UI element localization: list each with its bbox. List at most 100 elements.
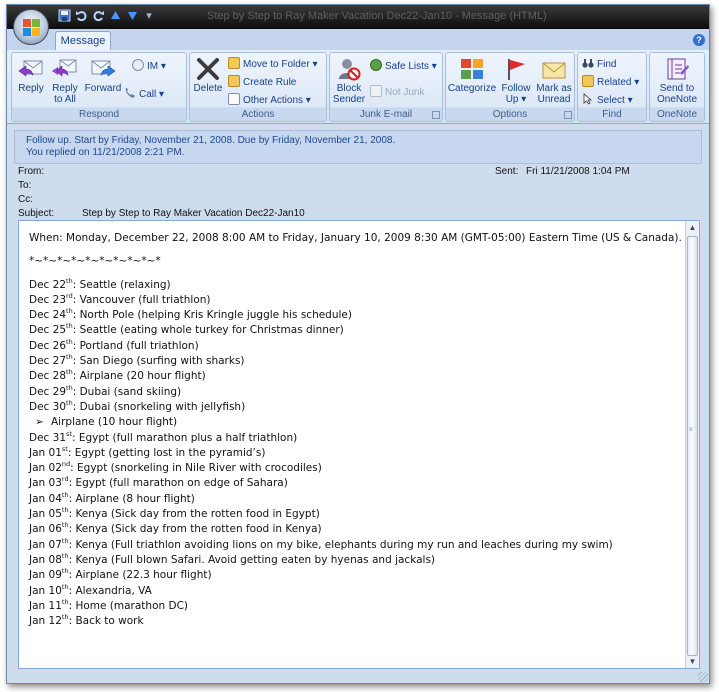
itinerary-text: : Seattle (eating whole turkey for Chris… <box>72 324 344 337</box>
redo-icon[interactable] <box>91 9 105 23</box>
itinerary-date: Dec 28 <box>29 370 67 383</box>
date-suffix: th <box>61 506 69 515</box>
respond-group: Reply Reply to All Forward IM ▾ Call ▾ R… <box>11 52 187 122</box>
outlook-message-window: ▾ Step by Step to Ray Maker Vacation Dec… <box>6 4 710 684</box>
call-button[interactable]: Call ▾ <box>124 87 164 102</box>
send-to-onenote-button[interactable]: Send to OneNote <box>652 57 702 105</box>
itinerary-item: Jan 08th: Kenya (Full blown Safari. Avoi… <box>29 553 679 568</box>
im-button[interactable]: IM ▾ <box>132 59 166 74</box>
binoculars-icon <box>582 57 594 69</box>
reply-icon <box>18 57 44 81</box>
itinerary-date: Jan 02 <box>29 462 62 475</box>
office-button[interactable] <box>13 9 49 45</box>
undo-icon[interactable] <box>74 9 88 23</box>
itinerary-date: Jan 10 <box>29 584 62 597</box>
itinerary-date: Jan 12 <box>29 615 62 628</box>
move-to-folder-button[interactable]: Move to Folder ▾ <box>228 57 318 72</box>
itinerary-item: Dec 28th: Airplane (20 hour flight) <box>29 369 679 384</box>
categorize-icon <box>459 57 485 81</box>
itinerary-text: : Vancouver (full triathlon) <box>72 293 211 306</box>
block-sender-button[interactable]: Block Sender <box>332 57 366 105</box>
itinerary-date: Jan 11 <box>29 599 62 612</box>
itinerary-text: : Portland (full triathlon) <box>72 339 199 352</box>
itinerary-item: ➢ Airplane (10 hour flight) <box>29 415 679 430</box>
separator-line: *~*~*~*~*~*~*~*~*~* <box>29 255 161 268</box>
scroll-down-icon[interactable]: ▼ <box>686 655 699 668</box>
follow-up-button[interactable]: Follow Up ▾ <box>499 57 533 105</box>
itinerary-text: : Kenya (Sick day from the rotten food i… <box>68 508 320 521</box>
itinerary-date: Jan 01 <box>29 446 62 459</box>
replied-info: You replied on 11/21/2008 2:21 PM. <box>26 147 185 158</box>
itinerary-date: Dec 23 <box>29 293 67 306</box>
itinerary-text: : Seattle (relaxing) <box>72 278 171 291</box>
find-group: Find Related ▾ Select ▾ Find <box>577 52 647 122</box>
itinerary-text: : Alexandria, VA <box>68 584 152 597</box>
mark-as-unread-button[interactable]: Mark as Unread <box>535 57 573 105</box>
options-dialog-launcher-icon[interactable] <box>564 111 572 119</box>
instant-message-icon <box>132 59 144 71</box>
customize-icon[interactable]: ▾ <box>142 9 156 23</box>
related-button[interactable]: Related ▾ <box>582 75 639 90</box>
cc-label: Cc: <box>18 194 33 205</box>
date-suffix: th <box>61 613 69 622</box>
cursor-icon <box>582 93 594 105</box>
itinerary-text: : Egypt (snorkeling in Nile River with c… <box>70 462 322 475</box>
when-line: When: Monday, December 22, 2008 8:00 AM … <box>29 232 682 244</box>
down-icon[interactable] <box>125 9 139 23</box>
tab-message[interactable]: Message <box>55 31 111 50</box>
itinerary-item: Jan 03rd: Egypt (full marathon on edge o… <box>29 476 679 491</box>
date-suffix: th <box>66 337 73 346</box>
itinerary-item: Dec 22th: Seattle (relaxing) <box>29 276 679 293</box>
date-suffix: th <box>66 276 73 285</box>
date-suffix: th <box>61 490 69 499</box>
unread-envelope-icon <box>541 57 567 81</box>
actions-group-label: Actions <box>241 109 275 120</box>
from-label: From: <box>18 166 45 177</box>
scroll-thumb[interactable] <box>687 236 698 656</box>
itinerary-text: : Dubai (snorkeling with jellyfish) <box>72 400 246 413</box>
phone-icon <box>124 87 136 99</box>
safe-lists-button[interactable]: Safe Lists ▾ <box>370 59 437 74</box>
not-junk-button[interactable]: Not Junk <box>370 85 424 100</box>
sent-label: Sent: <box>495 166 519 177</box>
options-group-label: Options <box>492 109 528 120</box>
scroll-up-icon[interactable]: ▲ <box>686 221 699 234</box>
itinerary-item: Jan 07th: Kenya (Full triathlon avoiding… <box>29 537 679 553</box>
resize-grip-icon[interactable] <box>698 672 708 682</box>
itinerary-date: Jan 04 <box>29 492 62 505</box>
vertical-scrollbar[interactable]: ▲ ≡ ▼ <box>685 221 699 668</box>
reply-all-button[interactable]: Reply to All <box>49 57 81 105</box>
up-icon[interactable] <box>108 9 122 23</box>
create-rule-button[interactable]: Create Rule <box>228 75 296 90</box>
ribbon: Reply Reply to All Forward IM ▾ Call ▾ R… <box>7 50 709 124</box>
junk-dialog-launcher-icon[interactable] <box>432 111 440 119</box>
message-body[interactable]: When: Monday, December 22, 2008 8:00 AM … <box>18 220 700 669</box>
forward-button[interactable]: Forward <box>83 57 123 94</box>
itinerary-text: : Airplane (20 hour flight) <box>72 370 206 383</box>
itinerary-text: : San Diego (surfing with sharks) <box>72 355 245 368</box>
itinerary-item: Dec 25th: Seattle (eating whole turkey f… <box>29 323 679 338</box>
itinerary-text: : North Pole (helping Kris Kringle juggl… <box>72 309 352 322</box>
other-actions-button[interactable]: Other Actions ▾ <box>228 93 311 108</box>
itinerary-date: Jan 05 <box>29 508 62 521</box>
respond-group-label: Respond <box>78 109 120 120</box>
help-icon[interactable]: ? <box>693 34 705 46</box>
date-suffix: th <box>66 322 73 331</box>
onenote-icon <box>664 57 690 81</box>
itinerary-date: Jan 09 <box>29 569 62 582</box>
delete-button[interactable]: Delete <box>192 57 224 94</box>
title-bar: ▾ Step by Step to Ray Maker Vacation Dec… <box>7 5 709 29</box>
itinerary-text: : Kenya (Full blown Safari. Avoid gettin… <box>68 553 436 566</box>
itinerary-item: Jan 06th: Kenya (Sick day from the rotte… <box>29 522 679 537</box>
delete-x-icon <box>195 57 221 81</box>
select-button[interactable]: Select ▾ <box>582 93 633 108</box>
categorize-button[interactable]: Categorize <box>447 57 497 94</box>
reply-button[interactable]: Reply <box>15 57 47 94</box>
sent-value: Fri 11/21/2008 1:04 PM <box>526 166 630 177</box>
find-button[interactable]: Find <box>582 57 616 72</box>
block-sender-icon <box>336 57 362 81</box>
safe-lists-icon <box>370 59 382 71</box>
itinerary-item: Jan 04th: Airplane (8 hour flight) <box>29 492 679 507</box>
itinerary-text: : Airplane (22.3 hour flight) <box>68 569 212 582</box>
save-icon[interactable] <box>57 9 71 23</box>
